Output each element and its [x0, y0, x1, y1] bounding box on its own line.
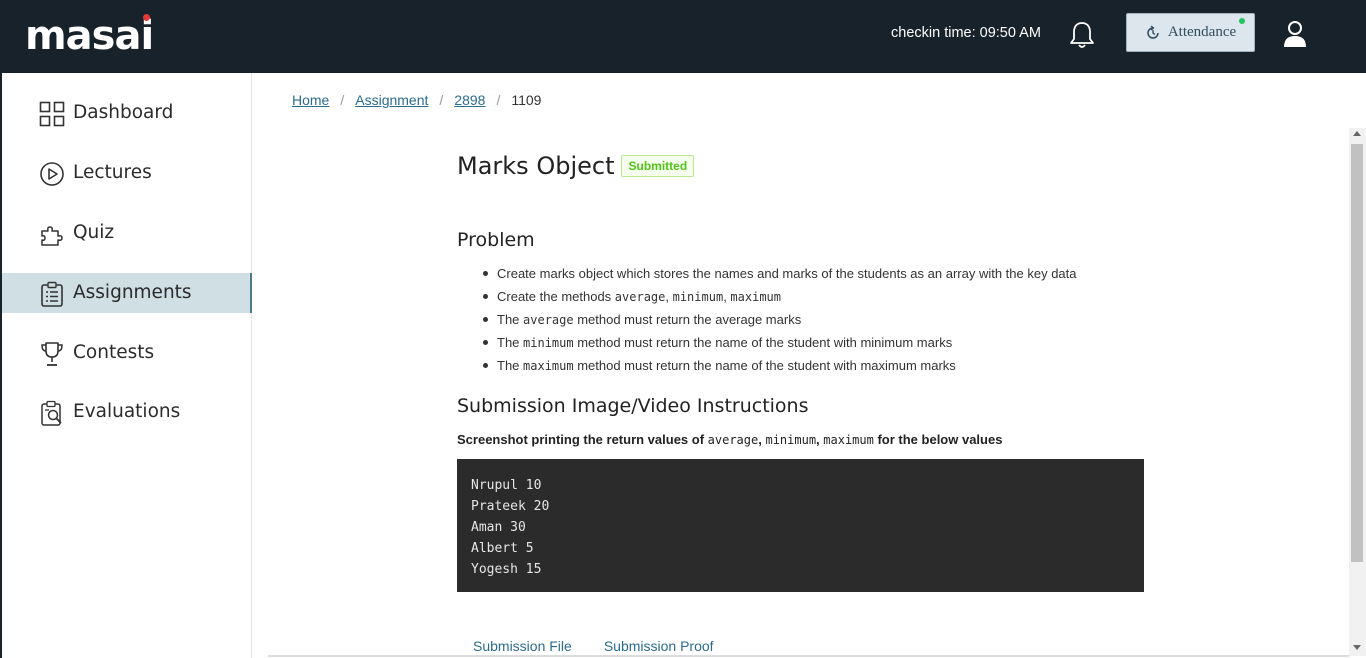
code-line: Nrupul 10: [471, 478, 542, 493]
main-scrollbar[interactable]: [1349, 128, 1366, 656]
code-line: Prateek 20: [471, 499, 550, 514]
code-minimum: minimum: [765, 433, 817, 447]
sidebar: Dashboard Lectures Quiz Assignments Cont…: [0, 73, 252, 658]
attendance-label: Attendance: [1167, 24, 1237, 40]
assignment-title: Marks Object: [457, 152, 615, 180]
code-maximum: maximum: [823, 433, 874, 447]
bullet-text: Create marks object which stores the nam…: [497, 266, 1077, 281]
masai-logo[interactable]: masai: [25, 12, 154, 59]
clipboard-icon: [41, 281, 63, 307]
bullet-text: The: [497, 312, 524, 327]
code-average: average: [707, 433, 759, 447]
sidebar-item-quiz[interactable]: Quiz: [2, 213, 252, 253]
attendance-status-dot: [1239, 18, 1245, 24]
bell-icon[interactable]: [1068, 20, 1096, 50]
sidebar-item-dashboard[interactable]: Dashboard: [2, 93, 252, 133]
breadcrumb: Home / Assignment / 2898 / 1109: [292, 92, 541, 108]
list-item: Create the methods average, minimum, max…: [481, 287, 1077, 310]
user-icon[interactable]: [1281, 19, 1309, 49]
code-line: Yogesh 15: [471, 562, 542, 577]
code-average: average: [614, 290, 666, 304]
grid-icon: [39, 101, 65, 127]
code-maximum: maximum: [523, 359, 574, 373]
trophy-icon: [41, 342, 63, 366]
tabs-divider: [268, 655, 1349, 657]
instruction-text: Screenshot printing the return values of: [457, 432, 708, 447]
sidebar-item-contests[interactable]: Contests: [2, 333, 252, 373]
sidebar-item-label: Dashboard: [73, 102, 174, 123]
scroll-thumb[interactable]: [1351, 144, 1363, 562]
code-block: Nrupul 10 Prateek 20 Aman 30 Albert 5 Yo…: [457, 459, 1144, 592]
list-item: The minimum method must return the name …: [481, 333, 1077, 356]
bullet-text: The: [497, 358, 524, 373]
attendance-button[interactable]: Attendance: [1126, 13, 1255, 52]
logo-text: masai: [25, 13, 154, 59]
evaluation-icon: [41, 400, 62, 426]
code-minimum: minimum: [672, 290, 724, 304]
instruction-text: for the below values: [873, 432, 1003, 447]
puzzle-icon: [41, 226, 63, 246]
tab-submission-file[interactable]: Submission File: [473, 638, 572, 654]
play-circle-icon: [40, 162, 64, 186]
breadcrumb-assignment-id-link[interactable]: 2898: [454, 92, 485, 108]
scroll-down-arrow-icon[interactable]: [1353, 645, 1361, 650]
sidebar-item-label: Contests: [73, 342, 155, 363]
list-item: The maximum method must return the name …: [481, 356, 1077, 379]
code-average: average: [523, 313, 574, 327]
tab-submission-proof[interactable]: Submission Proof: [604, 638, 714, 654]
sidebar-item-label: Assignments: [73, 282, 192, 303]
list-item: The average method must return the avera…: [481, 310, 1077, 333]
top-navbar: masai checkin time: 09:50 AM Attendance: [0, 0, 1366, 73]
code-minimum: minimum: [523, 336, 574, 350]
breadcrumb-separator: /: [496, 92, 501, 108]
checkin-time: checkin time: 09:50 AM: [891, 25, 1041, 41]
bullet-text: method must return the name of the stude…: [573, 335, 953, 350]
sidebar-item-label: Quiz: [73, 222, 115, 243]
bullet-text: method must return the average marks: [573, 312, 802, 327]
bullet-text: The: [497, 335, 524, 350]
submission-instructions-heading: Submission Image/Video Instructions: [457, 395, 809, 417]
sidebar-item-assignments[interactable]: Assignments: [2, 273, 252, 313]
clock-refresh-icon: [1147, 25, 1159, 39]
code-line: Aman 30: [471, 520, 526, 535]
sidebar-item-label: Lectures: [73, 162, 152, 183]
submission-tabs: Submission File Submission Proof: [473, 638, 714, 654]
code-maximum: maximum: [730, 290, 781, 304]
breadcrumb-separator: /: [439, 92, 444, 108]
breadcrumb-home-link[interactable]: Home: [292, 92, 329, 108]
bullet-text: method must return the name of the stude…: [573, 358, 956, 373]
breadcrumb-current: 1109: [511, 92, 542, 108]
list-item: Create marks object which stores the nam…: [481, 264, 1077, 287]
scroll-up-arrow-icon[interactable]: [1353, 131, 1361, 136]
problem-heading: Problem: [457, 229, 535, 251]
sidebar-item-evaluations[interactable]: Evaluations: [2, 392, 252, 432]
sidebar-item-label: Evaluations: [73, 401, 181, 422]
breadcrumb-separator: /: [340, 92, 345, 108]
code-line: Albert 5: [471, 541, 534, 556]
breadcrumb-assignment-link[interactable]: Assignment: [355, 92, 428, 108]
submission-instruction-text: Screenshot printing the return values of…: [457, 432, 1003, 447]
problem-list: Create marks object which stores the nam…: [481, 264, 1077, 379]
sidebar-item-lectures[interactable]: Lectures: [2, 153, 252, 193]
bullet-text: Create the methods: [497, 289, 615, 304]
assignment-header: Marks Object Submitted: [457, 152, 695, 180]
status-badge: Submitted: [621, 155, 695, 177]
